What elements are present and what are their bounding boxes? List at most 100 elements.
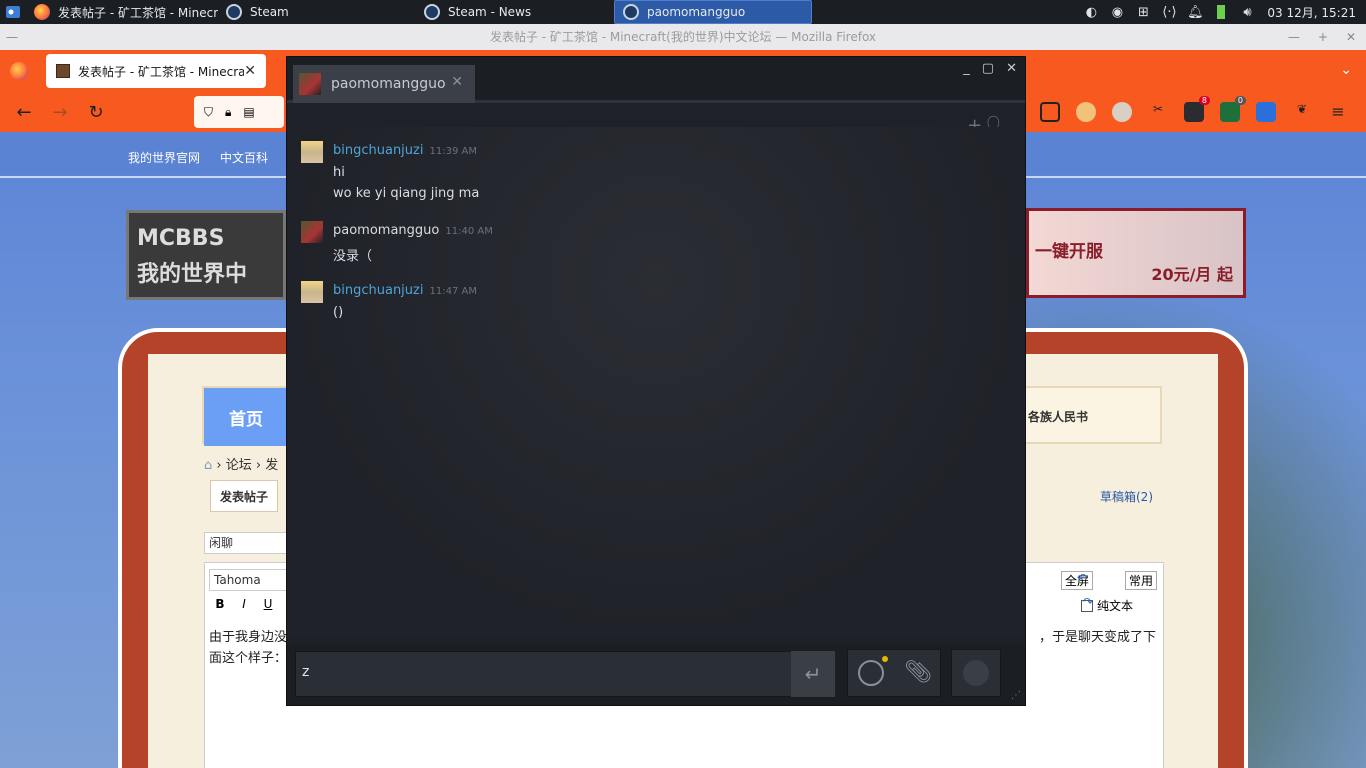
firefox-icon [34, 4, 50, 20]
hamburger-menu-icon[interactable]: ≡ [1328, 102, 1348, 122]
body-line1-left: 由于我身边没 [209, 630, 288, 645]
browser-tab-active[interactable]: 发表帖子 - 矿工茶馆 - Minecraft ✕ [46, 54, 266, 88]
minimize-icon[interactable]: — [1288, 24, 1300, 50]
back-icon[interactable]: ← [6, 92, 42, 132]
start-menu-button[interactable] [0, 0, 26, 24]
author-name[interactable]: bingchuanjuzi [333, 143, 423, 158]
pocket-icon[interactable] [1040, 102, 1060, 122]
avatar[interactable] [301, 281, 323, 303]
bear-ext-icon[interactable]: 8 [1184, 96, 1210, 122]
task-label: Steam - News [448, 5, 532, 19]
maximize-icon[interactable]: ▢ [982, 61, 994, 76]
bold-button[interactable]: B [211, 595, 229, 613]
subject-type-select[interactable]: 闲聊 [204, 532, 294, 554]
ext-badge: 8 [1198, 96, 1210, 105]
ad-banner[interactable]: 一键开服 20元/月 起 [1026, 208, 1246, 298]
nav-item-renmin[interactable]: 各族人民书 [1028, 408, 1088, 425]
mcbbs-logo[interactable]: MCBBS 我的世界中 [126, 210, 286, 300]
squirrel-ext-icon[interactable]: ❦ [1292, 102, 1312, 122]
tab-title: 发表帖子 - 矿工茶馆 - Minecraft [78, 64, 244, 79]
steam-tray-icon-2[interactable]: ◉ [1109, 4, 1125, 20]
banner-price: 20元/月 起 [1151, 265, 1233, 284]
message-line: 没录（ [333, 249, 373, 264]
task-steam-news[interactable]: Steam - News [416, 0, 614, 24]
task-steam-chat[interactable]: paomomangguo [614, 0, 812, 24]
message-list: bingchuanjuzi 11:39 AM hi wo ke yi qiang … [287, 127, 1025, 637]
reload-icon[interactable]: ↻ [78, 92, 114, 132]
lock-icon[interactable]: 🔒︎ [225, 105, 231, 120]
message-line: wo ke yi qiang jing ma [333, 186, 480, 201]
avatar-ext-icon[interactable] [1076, 102, 1096, 122]
close-icon[interactable]: ✕ [1006, 61, 1017, 76]
steam-icon [623, 4, 639, 20]
minecraft-favicon-icon [56, 64, 70, 78]
chat-input[interactable]: z [295, 651, 835, 697]
body-line1-right: ，于是聊天变成了下 [1039, 630, 1157, 645]
firefox-menu-icon[interactable] [10, 62, 28, 80]
task-firefox[interactable]: 发表帖子 - 矿工茶馆 - Minecr [26, 0, 218, 24]
url-bar[interactable]: ⛉ 🔒︎ ▤ [194, 96, 284, 128]
task-steam[interactable]: Steam [218, 0, 416, 24]
author-name[interactable]: bingchuanjuzi [333, 283, 423, 298]
network-icon[interactable]: ⟨·⟩ [1161, 4, 1177, 20]
list-all-tabs-icon[interactable]: ⌄ [1340, 62, 1352, 78]
chat-footer: z ↵ 📎︎ ⋰ [287, 643, 1025, 705]
emoticon-attach-box: 📎︎ [847, 649, 941, 697]
home-icon[interactable]: ⌂ [204, 458, 212, 473]
font-select[interactable]: Tahoma [209, 569, 287, 591]
breadcrumb-forum[interactable]: 论坛 [226, 458, 252, 473]
close-icon[interactable]: ✕ [1346, 24, 1356, 50]
attachment-icon[interactable]: 📎︎ [904, 660, 932, 685]
send-button[interactable]: ↵ [791, 651, 835, 697]
drafts-link[interactable]: 草稿箱(2) [1100, 488, 1153, 505]
parking-ext-icon[interactable]: 0 [1220, 96, 1246, 122]
banner-text: 一键开服 [1035, 242, 1103, 262]
nav-home[interactable]: 首页 [204, 388, 288, 446]
volume-icon[interactable]: 🔊︎ [1239, 4, 1255, 20]
nav-link-official[interactable]: 我的世界官网 [128, 149, 200, 166]
forward-icon[interactable]: → [42, 92, 78, 132]
breadcrumb: ⌂ › 论坛 › 发 [204, 458, 279, 473]
ext-badge: 0 [1234, 96, 1246, 105]
breadcrumb-next[interactable]: 发 [265, 458, 278, 473]
message-line: hi [333, 165, 345, 180]
minimize-icon[interactable]: _ [963, 61, 970, 76]
voice-chat-button[interactable] [951, 649, 1001, 697]
clock[interactable]: 03 12月, 15:21 [1267, 4, 1356, 21]
input-method-icon[interactable]: ⊞ [1135, 4, 1151, 20]
steam-icon [226, 4, 242, 20]
task-label: 发表帖子 - 矿工茶馆 - Minecr [58, 5, 218, 20]
maximize-icon[interactable]: + [1318, 24, 1328, 50]
emoticon-icon[interactable] [858, 656, 888, 686]
tools-ext-icon[interactable]: ✂ [1148, 102, 1168, 122]
shield-icon[interactable]: ⛉ [204, 105, 213, 120]
checkbox[interactable] [1080, 599, 1093, 612]
common-button[interactable]: 常用 [1124, 571, 1157, 590]
resize-grip-icon[interactable]: ⋰ [1011, 690, 1021, 701]
notification-bell-icon[interactable]: 🔔︎ [1187, 4, 1204, 20]
underline-button[interactable]: U [259, 595, 277, 613]
window-menu-icon[interactable]: — [6, 24, 18, 50]
task-label: Steam [250, 5, 289, 19]
window-controls: _ ▢ ✕ [963, 61, 1017, 76]
avatar [299, 73, 321, 95]
avatar[interactable] [301, 221, 323, 243]
plain-text-toggle[interactable]: 纯文本 [1080, 597, 1133, 614]
avatar[interactable] [301, 141, 323, 163]
author-name[interactable]: paomomangguo [333, 223, 439, 238]
tab-post[interactable]: 发表帖子 [210, 480, 278, 512]
extensions-toolbar: ✂ 8 0 ❦ ≡ [1040, 92, 1348, 132]
nav-link-wiki[interactable]: 中文百科 [220, 149, 268, 166]
microphone-icon [963, 660, 989, 686]
battery-icon[interactable] [1213, 4, 1229, 20]
chat-tab[interactable]: paomomangguo ✕ [293, 65, 475, 103]
zotero-ext-icon[interactable] [1256, 102, 1276, 122]
steam-tray-icon[interactable]: ◐ [1083, 4, 1099, 20]
glasses-ext-icon[interactable] [1112, 102, 1132, 122]
close-tab-icon[interactable]: ✕ [451, 74, 463, 90]
reader-icon[interactable]: ▤ [243, 105, 254, 119]
tab-close-icon[interactable]: ✕ [244, 63, 256, 79]
undo-icon[interactable]: ↶ [1077, 571, 1087, 585]
format-toolbar: B I U [211, 595, 277, 613]
italic-button[interactable]: I [235, 595, 253, 613]
